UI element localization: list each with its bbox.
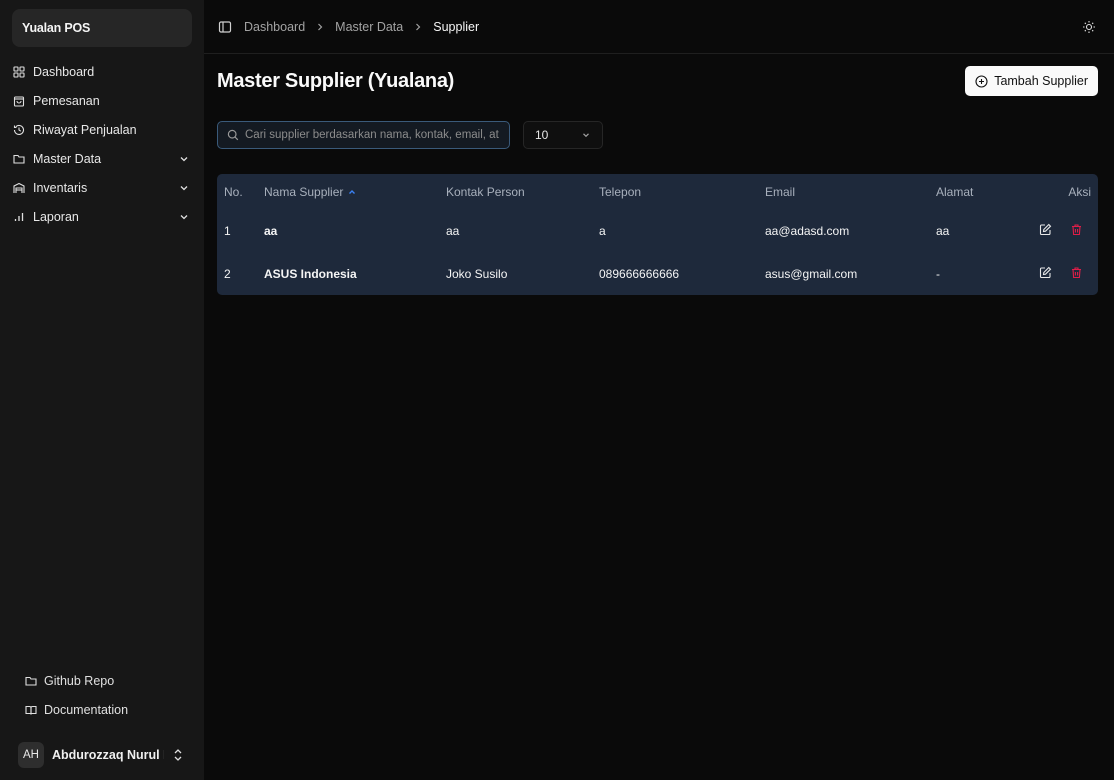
search-icon: [227, 129, 239, 141]
sidebar-item-pemesanan[interactable]: Pemesanan: [12, 86, 192, 115]
grid-icon: [13, 65, 25, 78]
trash-icon[interactable]: [1070, 266, 1083, 279]
col-phone[interactable]: Telepon: [599, 174, 765, 209]
plus-circle-icon: [975, 74, 988, 88]
chevron-down-icon[interactable]: [178, 182, 190, 194]
chevron-right-icon: [413, 22, 423, 32]
documentation-label: Documentation: [44, 702, 129, 717]
sidebar-item-label: Inventaris: [33, 180, 88, 195]
col-name-label: Nama Supplier: [264, 184, 344, 199]
page-size-select[interactable]: 10: [523, 121, 603, 149]
sidebar-item-label: Laporan: [33, 209, 79, 224]
shopping-bag-icon: [13, 95, 25, 107]
page-title: Master Supplier (Yualana): [217, 69, 455, 92]
breadcrumb: Dashboard Master Data Supplier: [244, 20, 1082, 34]
page-header: Master Supplier (Yualana) Tambah Supplie…: [217, 54, 1098, 108]
main-content: Dashboard Master Data Supplier Master Su…: [204, 0, 1114, 780]
cell-address: aa: [936, 223, 950, 238]
topbar: Dashboard Master Data Supplier: [204, 0, 1114, 54]
chevron-down-icon[interactable]: [178, 211, 190, 223]
sidebar-footer: Github Repo Documentation AH Abdurozzaq …: [12, 666, 192, 770]
sidebar-toggle-icon[interactable]: [218, 20, 232, 34]
cell-contact: aa: [446, 223, 460, 238]
cell-phone: 089666666666: [599, 266, 680, 281]
book-icon: [25, 704, 37, 716]
bar-chart-icon: [13, 211, 25, 223]
sidebar-item-riwayat-penjualan[interactable]: Riwayat Penjualan: [12, 115, 192, 144]
warehouse-icon: [13, 182, 25, 194]
cell-address: -: [936, 266, 940, 281]
trash-icon[interactable]: [1070, 223, 1083, 236]
add-supplier-label: Tambah Supplier: [994, 74, 1088, 88]
user-menu[interactable]: AH Abdurozzaq Nurul H...: [12, 740, 192, 770]
cell-no: 2: [224, 266, 231, 281]
col-contact[interactable]: Kontak Person: [446, 174, 599, 209]
app-root: Yualan POS Dashboard Pemesanan Riwayat P…: [0, 0, 1114, 780]
chevron-down-icon[interactable]: [178, 153, 190, 165]
edit-icon[interactable]: [1039, 266, 1052, 279]
search-input[interactable]: [245, 129, 499, 141]
sidebar-item-label: Master Data: [33, 151, 102, 166]
github-repo-label: Github Repo: [44, 673, 115, 688]
table-header-row: No. Nama Supplier Kontak Person Telepon …: [217, 174, 1098, 209]
table-row: 1 aa aa a aa@adasd.com aa: [217, 209, 1098, 252]
breadcrumb-dashboard[interactable]: Dashboard: [244, 20, 305, 34]
sidebar-item-dashboard[interactable]: Dashboard: [12, 57, 192, 86]
cell-email: asus@gmail.com: [765, 266, 858, 281]
table-row: 2 ASUS Indonesia Joko Susilo 08966666666…: [217, 252, 1098, 295]
sidebar-item-label: Pemesanan: [33, 93, 100, 108]
page-content: Master Supplier (Yualana) Tambah Supplie…: [204, 54, 1114, 295]
github-repo-link[interactable]: Github Repo: [12, 666, 192, 695]
col-name[interactable]: Nama Supplier: [264, 174, 446, 209]
chevron-right-icon: [315, 22, 325, 32]
cell-actions: [1026, 252, 1098, 295]
cell-name: aa: [264, 223, 278, 238]
sidebar-item-master-data[interactable]: Master Data: [12, 144, 192, 173]
history-icon: [13, 124, 25, 136]
sidebar-item-label: Riwayat Penjualan: [33, 122, 137, 137]
col-email[interactable]: Email: [765, 174, 936, 209]
chevrons-up-down-icon: [172, 748, 184, 762]
cell-name: ASUS Indonesia: [264, 266, 357, 281]
add-supplier-button[interactable]: Tambah Supplier: [965, 66, 1098, 96]
sidebar: Yualan POS Dashboard Pemesanan Riwayat P…: [0, 0, 204, 780]
cell-email: aa@adasd.com: [765, 223, 850, 238]
supplier-table: No. Nama Supplier Kontak Person Telepon …: [217, 174, 1098, 295]
breadcrumb-supplier: Supplier: [433, 19, 480, 34]
chevron-down-icon: [581, 130, 591, 140]
col-actions: Aksi: [1068, 184, 1091, 199]
search-box: [217, 121, 510, 149]
sort-asc-icon: [347, 187, 357, 197]
breadcrumb-master-data[interactable]: Master Data: [335, 20, 403, 34]
folder-icon: [25, 675, 37, 687]
cell-no: 1: [224, 223, 231, 238]
page-size-value: 10: [535, 128, 549, 142]
documentation-link[interactable]: Documentation: [12, 695, 192, 724]
brand[interactable]: Yualan POS: [12, 9, 192, 47]
sidebar-nav: Dashboard Pemesanan Riwayat Penjualan Ma…: [12, 57, 192, 231]
user-name: Abdurozzaq Nurul H...: [52, 748, 164, 762]
cell-phone: a: [599, 223, 606, 238]
sidebar-item-laporan[interactable]: Laporan: [12, 202, 192, 231]
folder-icon: [13, 153, 25, 165]
cell-actions: [1026, 209, 1098, 252]
col-no: No.: [224, 184, 243, 199]
sidebar-item-inventaris[interactable]: Inventaris: [12, 173, 192, 202]
cell-contact: Joko Susilo: [446, 266, 508, 281]
edit-icon[interactable]: [1039, 223, 1052, 236]
filter-bar: 10: [217, 121, 1098, 149]
avatar: AH: [18, 742, 44, 768]
sun-icon[interactable]: [1082, 20, 1096, 34]
col-address[interactable]: Alamat: [936, 174, 1026, 209]
sidebar-item-label: Dashboard: [33, 64, 95, 79]
